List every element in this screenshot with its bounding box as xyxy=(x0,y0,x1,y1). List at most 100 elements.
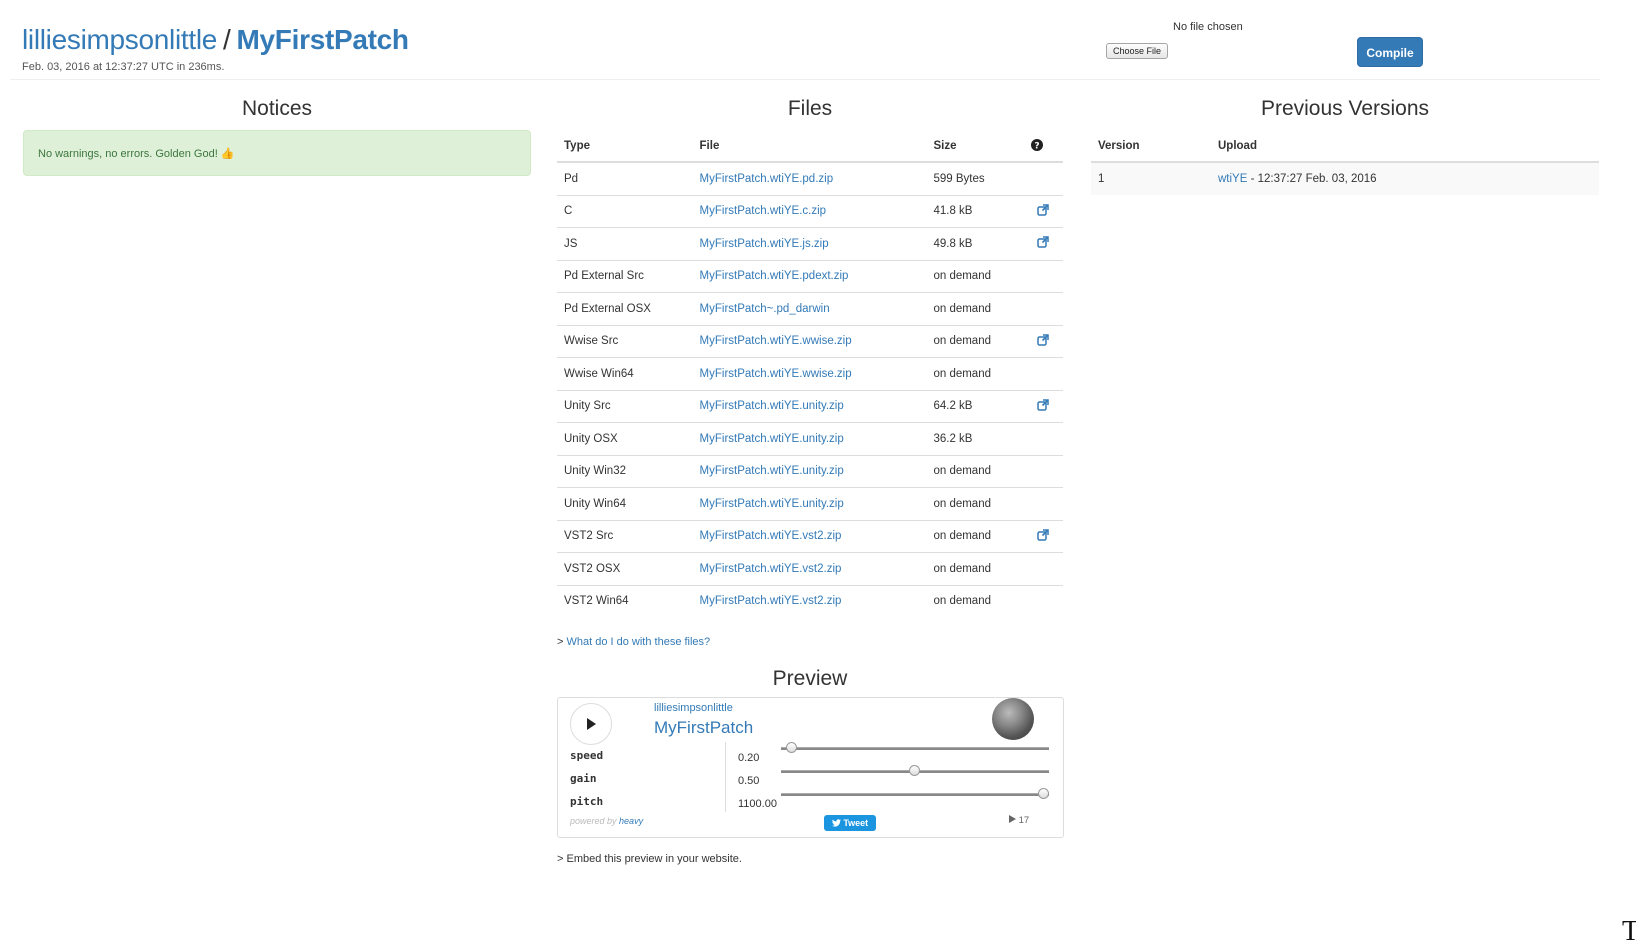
external-link-icon[interactable] xyxy=(1037,399,1050,411)
file-link-cell: MyFirstPatch.wtiYE.wwise.zip xyxy=(692,357,927,390)
preview-patch-link[interactable]: MyFirstPatch xyxy=(654,718,753,738)
file-size: on demand xyxy=(926,552,1024,585)
play-count-value: 17 xyxy=(1018,815,1030,826)
powered-by-text: powered by xyxy=(570,816,617,826)
external-cell xyxy=(1023,422,1063,455)
files-table: Type File Size ? Pd MyFirstPatch.wtiYE.pd… xyxy=(557,131,1063,617)
slider-handle[interactable] xyxy=(1037,788,1049,799)
file-size: 36.2 kB xyxy=(926,422,1024,455)
slider-handle[interactable] xyxy=(909,765,920,776)
file-download-link[interactable]: MyFirstPatch.wtiYE.pdext.zip xyxy=(700,270,849,282)
column-upload: Upload xyxy=(1211,131,1599,163)
slider-handle[interactable] xyxy=(785,742,797,753)
param-slider[interactable] xyxy=(781,788,1049,799)
table-row: VST2 OSX MyFirstPatch.wtiYE.vst2.zip on de… xyxy=(557,552,1063,585)
param-value: 0.20 xyxy=(738,752,760,764)
header-divider xyxy=(10,79,1600,80)
heavy-link[interactable]: heavy xyxy=(619,816,643,826)
file-size: 41.8 kB xyxy=(926,194,1024,228)
file-type: Wwise Src xyxy=(557,324,693,358)
user-link[interactable]: lilliesimpsonlittle xyxy=(22,24,217,55)
table-row: Unity Src MyFirstPatch.wtiYE.unity.zip 64.… xyxy=(557,389,1063,423)
file-size: 599 Bytes xyxy=(933,172,985,185)
file-download-link[interactable]: MyFirstPatch.wtiYE.vst2.zip xyxy=(700,595,842,607)
file-type: JS xyxy=(557,227,693,260)
preview-user-link[interactable]: lilliesimpsonlittle xyxy=(654,702,733,714)
external-cell xyxy=(1023,194,1063,228)
table-row: Pd External Src MyFirstPatch.wtiYE.pdext.… xyxy=(557,259,1063,293)
table-row: VST2 Src MyFirstPatch.wtiYE.vst2.zip on de… xyxy=(557,519,1063,553)
file-size: on demand xyxy=(926,324,1024,358)
file-type: Unity Win64 xyxy=(557,487,693,520)
param-divider xyxy=(725,742,726,812)
file-download-link[interactable]: MyFirstPatch.wtiYE.pd.zip xyxy=(700,173,834,185)
param-name: pitch xyxy=(570,795,604,808)
param-value: 0.50 xyxy=(738,775,760,787)
patch-link[interactable]: MyFirstPatch xyxy=(237,24,410,55)
file-download-link[interactable]: MyFirstPatch.wtiYE.js.zip xyxy=(700,238,829,250)
file-link-cell: MyFirstPatch.wtiYE.unity.zip xyxy=(692,454,927,488)
notices-heading: Notices xyxy=(241,97,313,120)
play-count: 17 xyxy=(1009,815,1029,826)
param-slider[interactable] xyxy=(781,765,1049,776)
param-value: 1100.00 xyxy=(738,798,777,810)
files-header-row: Type File Size ? xyxy=(557,131,1063,163)
file-link-cell: MyFirstPatch~.pd_darwin xyxy=(692,292,927,325)
file-size: on demand xyxy=(926,519,1024,553)
file-download-link[interactable]: MyFirstPatch.wtiYE.unity.zip xyxy=(700,400,844,412)
param-name: speed xyxy=(570,749,604,762)
file-size: on demand xyxy=(926,357,1024,390)
param-slider[interactable] xyxy=(781,742,1049,753)
file-download-link[interactable]: MyFirstPatch~.pd_darwin xyxy=(700,303,830,315)
version-number: 1 xyxy=(1091,162,1211,195)
external-link-icon[interactable] xyxy=(1037,236,1050,248)
column-file: File xyxy=(692,131,927,163)
choose-file-button[interactable]: Choose File xyxy=(1106,43,1169,59)
external-link-icon[interactable] xyxy=(1037,529,1050,541)
file-link-cell: MyFirstPatch.wtiYE.pd.zip xyxy=(693,162,927,195)
file-download-link[interactable]: MyFirstPatch.wtiYE.wwise.zip xyxy=(700,335,852,347)
play-icon xyxy=(587,718,596,730)
file-type: C xyxy=(557,194,693,228)
file-size: on demand xyxy=(926,584,1024,617)
twitter-bird-icon xyxy=(831,819,841,827)
file-type: VST2 Win64 xyxy=(557,584,693,617)
table-row: VST2 Win64 MyFirstPatch.wtiYE.vst2.zip on … xyxy=(557,584,1063,617)
table-row: Unity Win64 MyFirstPatch.wtiYE.unity.zip o… xyxy=(557,487,1063,520)
tweet-button[interactable]: Tweet xyxy=(824,815,876,831)
external-link-icon[interactable] xyxy=(1037,204,1050,216)
external-cell xyxy=(1023,227,1063,260)
tweet-label: Tweet xyxy=(843,818,869,828)
external-cell xyxy=(1023,292,1063,325)
external-link-icon[interactable] xyxy=(1037,334,1050,346)
question-circle-icon[interactable]: ? xyxy=(1023,131,1063,163)
file-download-link[interactable]: MyFirstPatch.wtiYE.unity.zip xyxy=(700,465,844,477)
external-cell xyxy=(1023,324,1063,358)
svg-text:?: ? xyxy=(1034,141,1039,151)
file-download-link[interactable]: MyFirstPatch.wtiYE.wwise.zip xyxy=(700,368,852,380)
file-size: on demand xyxy=(926,259,1024,293)
file-status: No file chosen xyxy=(1173,21,1243,33)
file-download-link[interactable]: MyFirstPatch.wtiYE.unity.zip xyxy=(700,433,844,445)
file-download-link[interactable]: MyFirstPatch.wtiYE.vst2.zip xyxy=(700,563,842,575)
files-help-link[interactable]: What do I do with these files? xyxy=(566,636,710,648)
table-row: C MyFirstPatch.wtiYE.c.zip 41.8 kB xyxy=(557,194,1063,228)
column-version: Version xyxy=(1091,131,1211,163)
file-size: on demand xyxy=(926,292,1024,325)
external-cell xyxy=(1023,519,1063,553)
embed-link[interactable]: > Embed this preview in your website. xyxy=(557,853,742,865)
file-download-link[interactable]: MyFirstPatch.wtiYE.c.zip xyxy=(700,205,827,217)
file-type: Unity Win32 xyxy=(557,454,693,488)
file-download-link[interactable]: MyFirstPatch.wtiYE.vst2.zip xyxy=(700,530,842,542)
play-button[interactable] xyxy=(570,703,612,745)
file-type: Unity Src xyxy=(557,389,693,423)
version-link[interactable]: wtiYE xyxy=(1218,173,1247,185)
table-row: Wwise Win64 MyFirstPatch.wtiYE.wwise.zip o… xyxy=(557,357,1063,390)
external-cell xyxy=(1023,487,1063,520)
versions-heading: Previous Versions xyxy=(1260,97,1430,120)
table-row: Pd MyFirstPatch.wtiYE.pd.zip 599 Bytes xyxy=(557,162,1063,195)
file-size: 64.2 kB xyxy=(926,389,1024,423)
param-name: gain xyxy=(570,772,597,785)
compile-button[interactable]: Compile xyxy=(1357,37,1423,67)
file-download-link[interactable]: MyFirstPatch.wtiYE.unity.zip xyxy=(700,498,844,510)
